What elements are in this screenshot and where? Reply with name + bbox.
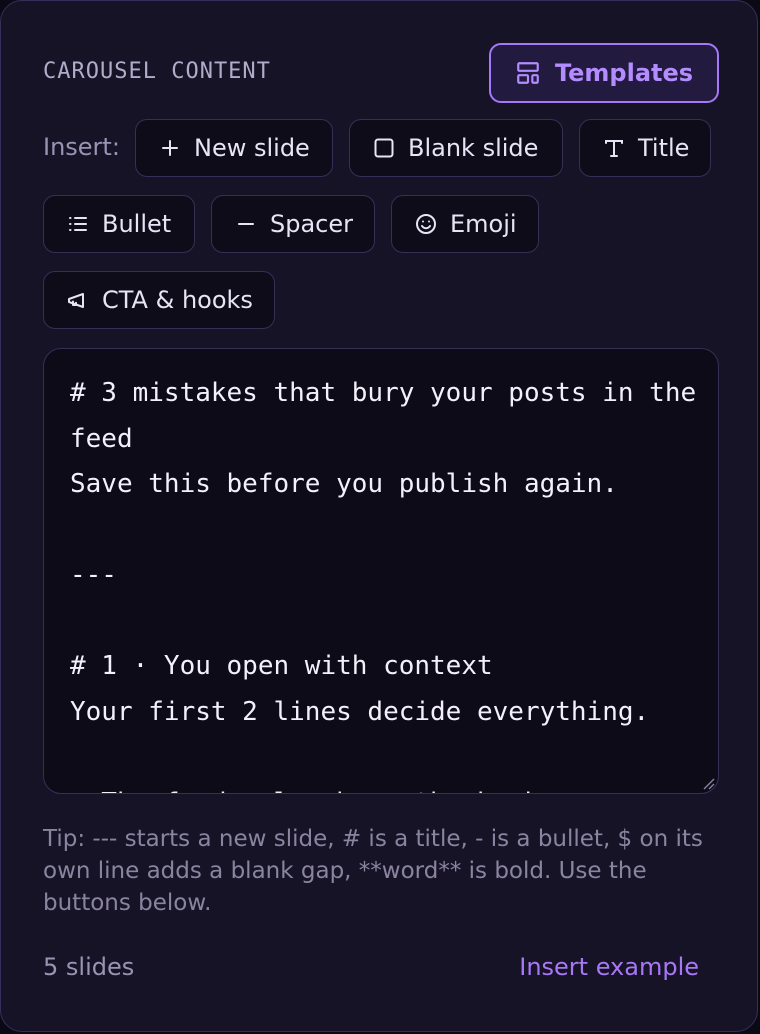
- formatting-tip: Tip: --- starts a new slide, # is a titl…: [43, 826, 703, 916]
- insert-label: Insert:: [43, 133, 120, 161]
- editor-content[interactable]: # 3 mistakes that bury your posts in the…: [70, 371, 704, 793]
- cta-hooks-label: CTA & hooks: [102, 286, 253, 314]
- carousel-text-editor[interactable]: # 3 mistakes that bury your posts in the…: [43, 348, 719, 794]
- spacer-label: Spacer: [270, 210, 354, 238]
- templates-button[interactable]: Templates: [489, 43, 719, 103]
- new-slide-label: New slide: [194, 134, 310, 162]
- insert-example-link[interactable]: Insert example: [519, 953, 699, 981]
- emoji-label: Emoji: [450, 210, 517, 238]
- templates-button-label: Templates: [554, 59, 694, 87]
- plus-icon: [162, 140, 178, 156]
- emoji-button[interactable]: Emoji: [391, 195, 539, 253]
- carousel-content-panel: CAROUSEL CONTENT Templates Insert: New s…: [0, 0, 758, 1032]
- smile-icon: [416, 214, 436, 234]
- blank-slide-label: Blank slide: [408, 134, 539, 162]
- slide-count: 5 slides: [43, 953, 135, 981]
- list-icon: [69, 217, 87, 231]
- bullet-button[interactable]: Bullet: [43, 195, 195, 253]
- megaphone-icon: [68, 293, 84, 308]
- title-label: Title: [638, 134, 690, 162]
- resize-handle-icon[interactable]: [700, 775, 716, 791]
- title-button[interactable]: Title: [579, 119, 711, 177]
- new-slide-button[interactable]: New slide: [135, 119, 333, 177]
- square-icon: [374, 138, 394, 158]
- type-icon: [605, 140, 623, 157]
- bullet-label: Bullet: [102, 210, 172, 238]
- minus-icon: [238, 223, 254, 225]
- blank-slide-button[interactable]: Blank slide: [349, 119, 563, 177]
- layout-template-icon: [517, 62, 539, 84]
- section-title: CAROUSEL CONTENT: [43, 59, 271, 84]
- panel-header: CAROUSEL CONTENT Templates: [43, 43, 719, 103]
- cta-hooks-button[interactable]: CTA & hooks: [43, 271, 275, 329]
- spacer-button[interactable]: Spacer: [211, 195, 375, 253]
